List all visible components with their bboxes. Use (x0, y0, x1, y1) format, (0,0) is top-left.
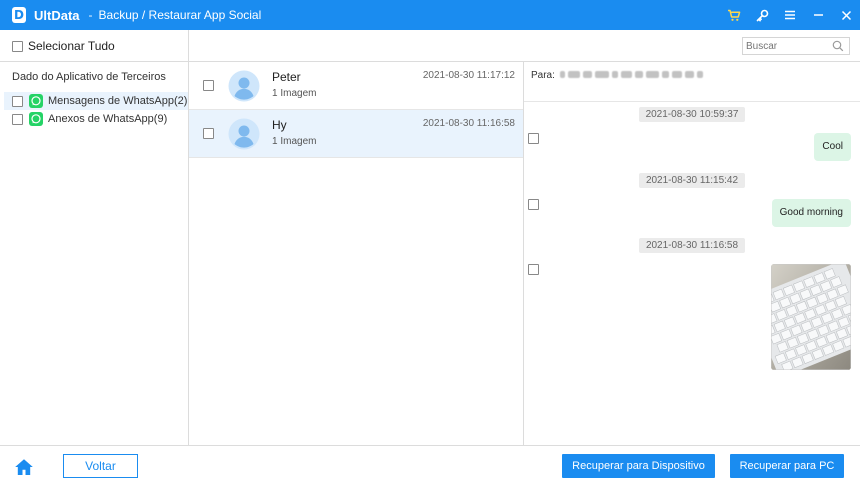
search-icon[interactable] (832, 40, 844, 55)
checkbox[interactable] (528, 133, 539, 144)
checkbox[interactable] (528, 199, 539, 210)
message-timestamp: 2021-08-30 11:16:58 (639, 238, 745, 253)
key-icon[interactable] (748, 0, 776, 30)
message-timestamp: 2021-08-30 11:15:42 (639, 173, 745, 188)
sidebar-item-whatsapp-attachments[interactable]: Anexos de WhatsApp(9) (4, 110, 188, 128)
whatsapp-icon (29, 94, 43, 108)
message-bubble: Good morning (771, 199, 851, 227)
recover-to-device-button[interactable]: Recuperar para Dispositivo (562, 454, 715, 478)
avatar-icon (228, 70, 260, 102)
minimize-icon[interactable] (804, 0, 832, 30)
toolbar: Selecionar Tudo (0, 30, 860, 62)
chat-subtitle: 1 Imagem (272, 88, 317, 99)
checkbox[interactable] (12, 40, 23, 52)
chat-row-peter[interactable]: Peter 1 Imagem 2021-08-30 11:17:12 (189, 62, 523, 110)
checkbox[interactable] (203, 128, 214, 139)
checkbox[interactable] (203, 80, 214, 91)
footer-bar: Voltar Recuperar para Dispositivo Recupe… (0, 445, 860, 485)
message-detail: Para: 2021-08-30 10:59:37 Cool 2021-08-3… (524, 62, 860, 446)
sidebar: Dado do Aplicativo de Terceiros Mensagen… (0, 62, 189, 446)
select-all-label: Selecionar Tudo (28, 39, 115, 53)
select-all-checkbox[interactable]: Selecionar Tudo (12, 39, 115, 53)
chat-name: Peter (272, 70, 301, 84)
detail-header: Para: (524, 62, 860, 102)
whatsapp-icon (29, 112, 43, 126)
chat-time: 2021-08-30 11:17:12 (422, 70, 515, 81)
menu-icon[interactable] (776, 0, 804, 30)
title-separator: - (88, 8, 93, 22)
checkbox[interactable] (12, 95, 23, 107)
chat-list: Peter 1 Imagem 2021-08-30 11:17:12 Hy 1 … (189, 62, 524, 446)
message-timestamp: 2021-08-30 10:59:37 (639, 107, 745, 122)
chat-subtitle: 1 Imagem (272, 136, 317, 147)
search-input[interactable] (746, 38, 830, 55)
recover-to-pc-button[interactable]: Recuperar para PC (730, 454, 844, 478)
window-title: Backup / Restaurar App Social (98, 8, 262, 22)
back-button[interactable]: Voltar (63, 454, 138, 478)
search-box[interactable] (742, 37, 850, 55)
title-bar: D UltData - Backup / Restaurar App Socia… (0, 0, 860, 30)
checkbox[interactable] (528, 264, 539, 275)
sidebar-heading: Dado do Aplicativo de Terceiros (12, 71, 166, 83)
avatar-icon (228, 118, 260, 150)
sidebar-item-label: Anexos de WhatsApp(9) (48, 113, 168, 125)
toolbar-divider (188, 30, 189, 62)
message-image[interactable] (771, 264, 851, 370)
sidebar-item-whatsapp-messages[interactable]: Mensagens de WhatsApp(2) (4, 92, 188, 110)
app-name: UltData (34, 7, 80, 23)
chat-time: 2021-08-30 11:16:58 (422, 118, 515, 129)
sidebar-item-label: Mensagens de WhatsApp(2) (48, 95, 188, 107)
chat-name: Hy (272, 118, 287, 132)
message-bubble: Cool (814, 133, 851, 161)
checkbox[interactable] (12, 113, 23, 125)
close-icon[interactable] (832, 0, 860, 30)
to-label: Para: (531, 70, 555, 81)
home-icon[interactable] (14, 458, 34, 476)
ultdata-logo-icon: D (12, 7, 26, 23)
chat-row-hy[interactable]: Hy 1 Imagem 2021-08-30 11:16:58 (189, 110, 523, 158)
cart-icon[interactable] (720, 0, 748, 30)
redacted-recipient (560, 68, 732, 80)
